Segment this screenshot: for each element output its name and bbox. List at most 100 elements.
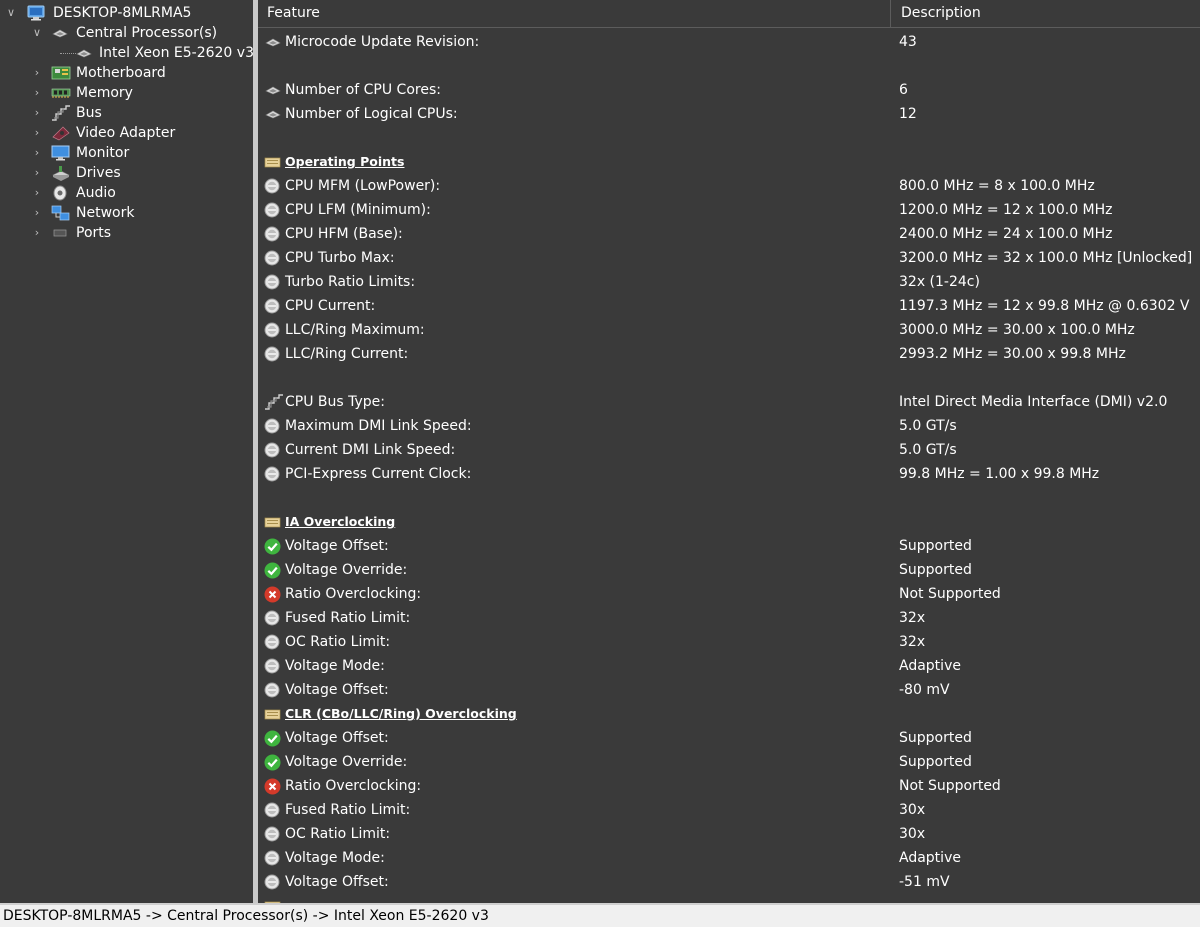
tree-item-drives[interactable]: › Drives <box>0 163 253 183</box>
tree-item-cpu[interactable]: Intel Xeon E5-2620 v3 <box>0 43 253 63</box>
chevron-right-icon[interactable]: › <box>32 63 42 83</box>
description-cell: Supported <box>899 754 972 770</box>
description-cell: Intel Direct Media Interface (DMI) v2.0 <box>899 394 1168 410</box>
feature-cell: PCI-Express Current Clock: <box>285 466 472 482</box>
feature-cell: CPU LFM (Minimum): <box>285 202 431 218</box>
tree-item-ports[interactable]: › Ports <box>0 223 253 243</box>
table-row[interactable]: Voltage Offset: Supported <box>258 726 1200 750</box>
chevron-right-icon[interactable]: › <box>32 103 42 123</box>
table-row[interactable]: Turbo Ratio Limits: 32x (1-24c) <box>258 270 1200 294</box>
info-disc-icon <box>264 322 282 338</box>
ports-icon <box>51 225 69 241</box>
chevron-right-icon[interactable]: › <box>32 123 42 143</box>
info-disc-icon <box>264 634 282 650</box>
chevron-right-icon[interactable]: › <box>32 83 42 103</box>
check-icon <box>264 562 282 579</box>
chevron-right-icon[interactable]: › <box>32 203 42 223</box>
section-header-row[interactable]: Operating Points <box>258 150 1200 174</box>
description-cell: 43 <box>899 34 917 50</box>
table-row[interactable]: LLC/Ring Maximum: 3000.0 MHz = 30.00 x 10… <box>258 318 1200 342</box>
feature-cell: Voltage Mode: <box>285 850 385 866</box>
table-row[interactable]: Voltage Offset: -51 mV <box>258 870 1200 894</box>
table-row[interactable]: Voltage Override: Supported <box>258 750 1200 774</box>
chevron-down-icon[interactable]: ∨ <box>32 23 42 43</box>
table-row[interactable]: Microcode Update Revision: 43 <box>258 30 1200 54</box>
table-row[interactable]: CPU MFM (LowPower): 800.0 MHz = 8 x 100.0… <box>258 174 1200 198</box>
feature-cell: CPU Current: <box>285 298 376 314</box>
section-header-row[interactable]: IA Overclocking <box>258 510 1200 534</box>
section-header-row[interactable]: CLR (CBo/LLC/Ring) Overclocking <box>258 702 1200 726</box>
table-row[interactable]: Voltage Mode: Adaptive <box>258 846 1200 870</box>
description-cell: 2400.0 MHz = 24 x 100.0 MHz <box>899 226 1113 242</box>
table-row[interactable]: LLC/Ring Current: 2993.2 MHz = 30.00 x 99… <box>258 342 1200 366</box>
table-row[interactable]: CPU Bus Type: Intel Direct Media Interfac… <box>258 390 1200 414</box>
description-cell: Supported <box>899 730 972 746</box>
tree-root-desktop[interactable]: ∨ DESKTOP-8MLRMA5 <box>0 3 253 23</box>
description-cell: 3000.0 MHz = 30.00 x 100.0 MHz <box>899 322 1135 338</box>
column-header-feature[interactable]: Feature <box>258 0 891 27</box>
table-row[interactable]: Maximum DMI Link Speed: 5.0 GT/s <box>258 414 1200 438</box>
computer-icon <box>27 5 45 21</box>
table-row[interactable]: Fused Ratio Limit: 30x <box>258 798 1200 822</box>
column-header-description[interactable]: Description <box>892 0 1200 27</box>
feature-list[interactable]: Feature Description Microcode Update Rev… <box>258 0 1200 903</box>
table-row[interactable]: Voltage Mode: Adaptive <box>258 654 1200 678</box>
info-disc-icon <box>264 346 282 362</box>
chevron-right-icon[interactable]: › <box>32 223 42 243</box>
chevron-right-icon[interactable]: › <box>32 163 42 183</box>
table-row[interactable]: Ratio Overclocking: Not Supported <box>258 774 1200 798</box>
spacer-row <box>258 54 1200 78</box>
description-cell: Adaptive <box>899 658 961 674</box>
error-icon <box>264 778 282 795</box>
info-disc-icon <box>264 658 282 674</box>
table-row[interactable]: OC Ratio Limit: 32x <box>258 630 1200 654</box>
cpu-chip-icon <box>264 106 282 122</box>
chevron-down-icon[interactable]: ∨ <box>6 3 16 23</box>
tree-item-network[interactable]: › Network <box>0 203 253 223</box>
tree-item-label: Monitor <box>76 145 130 161</box>
table-row[interactable]: Fused Ratio Limit: 32x <box>258 606 1200 630</box>
feature-cell: Number of Logical CPUs: <box>285 106 458 122</box>
table-row[interactable]: CPU Current: 1197.3 MHz = 12 x 99.8 MHz @… <box>258 294 1200 318</box>
chevron-right-icon[interactable]: › <box>32 183 42 203</box>
table-row[interactable]: Ratio Overclocking: Not Supported <box>258 582 1200 606</box>
tree-item-audio[interactable]: › Audio <box>0 183 253 203</box>
info-disc-icon <box>264 226 282 242</box>
feature-cell: CPU Bus Type: <box>285 394 386 410</box>
feature-cell: Fused Ratio Limit: <box>285 802 411 818</box>
table-row[interactable]: Voltage Override: Supported <box>258 558 1200 582</box>
tree-item-bus[interactable]: › Bus <box>0 103 253 123</box>
tree-item-central-processors[interactable]: ∨ Central Processor(s) <box>0 23 253 43</box>
table-row[interactable]: Voltage Offset: Supported <box>258 534 1200 558</box>
table-row[interactable]: CPU LFM (Minimum): 1200.0 MHz = 12 x 100.… <box>258 198 1200 222</box>
section-header-row[interactable] <box>258 894 1200 903</box>
drives-icon <box>51 165 70 181</box>
tree-item-motherboard[interactable]: › Motherboard <box>0 63 253 83</box>
chevron-right-icon[interactable]: › <box>32 143 42 163</box>
feature-cell: Current DMI Link Speed: <box>285 442 456 458</box>
table-row[interactable]: OC Ratio Limit: 30x <box>258 822 1200 846</box>
feature-cell: Turbo Ratio Limits: <box>285 274 416 290</box>
feature-cell: Voltage Override: <box>285 562 408 578</box>
tree-item-memory[interactable]: › Memory <box>0 83 253 103</box>
status-path-text: DESKTOP-8MLRMA5 -> Central Processor(s) … <box>3 908 489 924</box>
check-icon <box>264 730 282 747</box>
description-cell: 5.0 GT/s <box>899 442 957 458</box>
description-cell: 32x <box>899 634 926 650</box>
tree-item-monitor[interactable]: › Monitor <box>0 143 253 163</box>
info-disc-icon <box>264 850 282 866</box>
table-row[interactable]: Current DMI Link Speed: 5.0 GT/s <box>258 438 1200 462</box>
device-tree[interactable]: ∨ DESKTOP-8MLRMA5 ∨ Central Processor(s)… <box>0 0 253 903</box>
tree-item-video-adapter[interactable]: › Video Adapter <box>0 123 253 143</box>
description-cell: -80 mV <box>899 682 950 698</box>
table-row[interactable]: CPU Turbo Max: 3200.0 MHz = 32 x 100.0 MH… <box>258 246 1200 270</box>
description-cell: 30x <box>899 826 926 842</box>
table-row[interactable]: Voltage Offset: -80 mV <box>258 678 1200 702</box>
table-row[interactable]: CPU HFM (Base): 2400.0 MHz = 24 x 100.0 M… <box>258 222 1200 246</box>
table-row[interactable]: Number of CPU Cores: 6 <box>258 78 1200 102</box>
bus-icon <box>51 105 70 121</box>
table-row[interactable]: Number of Logical CPUs: 12 <box>258 102 1200 126</box>
table-row[interactable]: PCI-Express Current Clock: 99.8 MHz = 1.0… <box>258 462 1200 486</box>
info-disc-icon <box>264 298 282 314</box>
info-disc-icon <box>264 442 282 458</box>
